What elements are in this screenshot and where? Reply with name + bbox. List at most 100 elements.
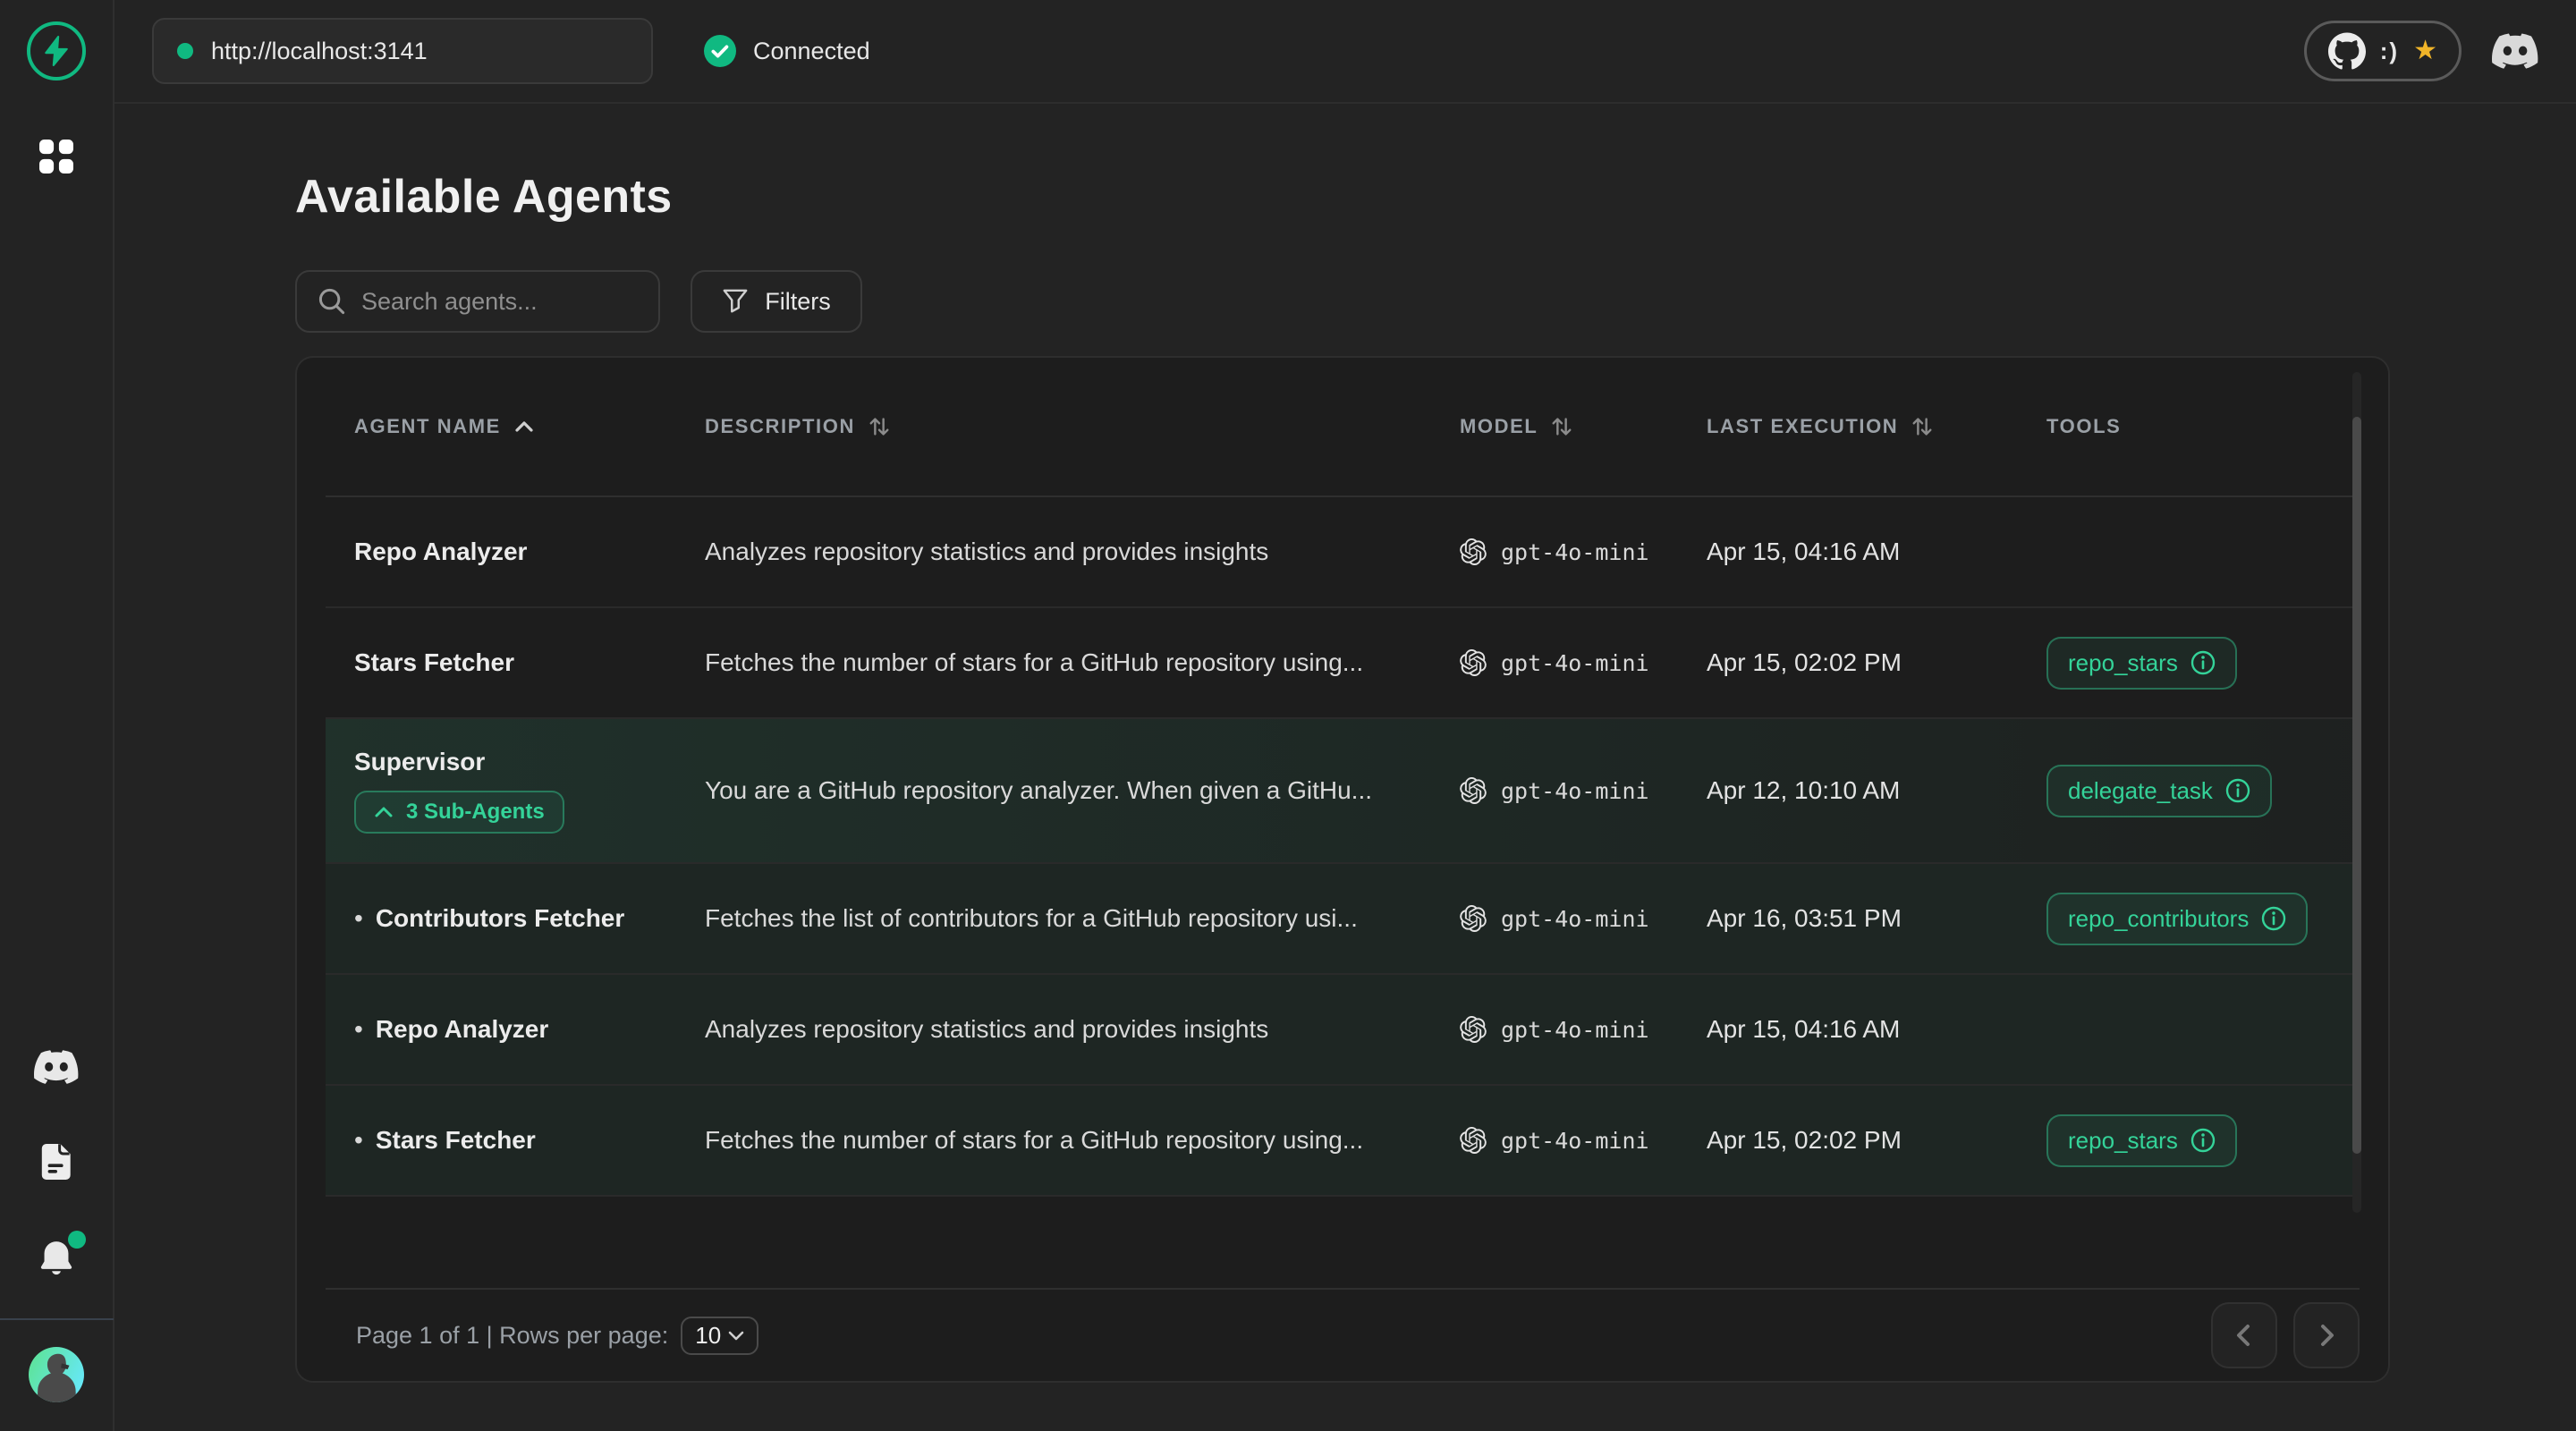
sidebar-item-docs[interactable]: [40, 1143, 72, 1181]
app-logo[interactable]: [27, 21, 86, 80]
tool-badge[interactable]: repo_stars: [2046, 1114, 2237, 1167]
last-execution: Apr 12, 10:10 AM: [1707, 776, 2046, 805]
table-row-subagent[interactable]: • Repo Analyzer Analyzes repository stat…: [326, 975, 2360, 1086]
sidebar: [0, 0, 114, 1431]
agent-name: Stars Fetcher: [376, 1126, 536, 1155]
filters-button[interactable]: Filters: [691, 270, 862, 333]
agent-name: Stars Fetcher: [354, 648, 514, 677]
github-star-button[interactable]: :) ★: [2304, 21, 2462, 81]
agent-name: Repo Analyzer: [354, 538, 527, 566]
agent-description: You are a GitHub repository analyzer. Wh…: [705, 776, 1460, 805]
connection-status-label: Connected: [753, 38, 870, 65]
last-execution: Apr 15, 04:16 AM: [1707, 1015, 2046, 1044]
sort-asc-icon: [513, 419, 535, 434]
agent-description: Analyzes repository statistics and provi…: [705, 538, 1460, 566]
check-circle-icon: [703, 34, 737, 68]
topbar: http://localhost:3141 Connected :) ★: [114, 0, 2576, 104]
search-icon: [318, 288, 345, 315]
main-content: Available Agents Filters AGENT NAME: [114, 104, 2576, 1431]
star-icon: ★: [2413, 38, 2437, 64]
openai-icon: [1460, 538, 1487, 565]
agent-model: gpt-4o-mini: [1460, 905, 1707, 932]
sidebar-item-agents[interactable]: [39, 140, 73, 174]
zap-icon: [43, 36, 70, 66]
agents-table: AGENT NAME DESCRIPTION MODEL LAST EXECUT…: [295, 356, 2390, 1383]
agent-model: gpt-4o-mini: [1460, 1127, 1707, 1154]
openai-icon: [1460, 649, 1487, 676]
prev-page-button[interactable]: [2211, 1302, 2277, 1368]
chevron-left-icon: [2230, 1321, 2258, 1350]
column-header-agent-name[interactable]: AGENT NAME: [326, 415, 705, 438]
sidebar-item-notifications[interactable]: [38, 1240, 75, 1279]
github-icon: [2328, 32, 2366, 70]
agent-name: Repo Analyzer: [376, 1015, 548, 1044]
discord-link[interactable]: [2492, 33, 2538, 69]
table-footer: Page 1 of 1 | Rows per page: 10: [326, 1288, 2360, 1381]
discord-icon: [2492, 33, 2538, 69]
table-scrollbar-thumb[interactable]: [2352, 417, 2361, 1154]
server-url-input[interactable]: http://localhost:3141: [152, 18, 653, 84]
filters-label: Filters: [765, 288, 831, 316]
table-row[interactable]: Stars Fetcher Fetches the number of star…: [326, 608, 2360, 719]
last-execution: Apr 15, 04:16 AM: [1707, 538, 2046, 566]
subagent-bullet: •: [354, 904, 363, 933]
agent-model: gpt-4o-mini: [1460, 777, 1707, 804]
last-execution: Apr 15, 02:02 PM: [1707, 648, 2046, 677]
subagents-toggle[interactable]: 3 Sub-Agents: [354, 791, 564, 834]
document-icon: [40, 1143, 72, 1181]
column-header-model[interactable]: MODEL: [1460, 414, 1707, 439]
search-input[interactable]: [361, 288, 678, 316]
info-icon: [2190, 650, 2216, 675]
info-icon: [2190, 1128, 2216, 1153]
table-row[interactable]: Repo Analyzer Analyzes repository statis…: [326, 497, 2360, 608]
pagination-summary: Page 1 of 1 | Rows per page:: [356, 1322, 668, 1350]
discord-icon: [34, 1050, 79, 1084]
last-execution: Apr 16, 03:51 PM: [1707, 904, 2046, 933]
subagent-bullet: •: [354, 1126, 363, 1155]
agent-description: Fetches the number of stars for a GitHub…: [705, 648, 1460, 677]
openai-icon: [1460, 777, 1487, 804]
sidebar-item-discord[interactable]: [34, 1050, 79, 1084]
sort-both-icon: [1911, 414, 1934, 439]
agent-model: gpt-4o-mini: [1460, 649, 1707, 676]
openai-icon: [1460, 905, 1487, 932]
agent-name: Contributors Fetcher: [376, 904, 624, 933]
openai-icon: [1460, 1016, 1487, 1043]
server-url: http://localhost:3141: [211, 38, 428, 65]
github-button-text: :): [2380, 38, 2399, 65]
column-header-last-execution[interactable]: LAST EXECUTION: [1707, 414, 2046, 439]
info-icon: [2225, 778, 2250, 803]
tool-badge[interactable]: repo_contributors: [2046, 893, 2308, 945]
filter-funnel-icon: [722, 288, 749, 315]
user-avatar[interactable]: [29, 1347, 84, 1402]
table-row-supervisor[interactable]: Supervisor 3 Sub-Agents You are a GitHub…: [326, 719, 2360, 864]
sort-both-icon: [1550, 414, 1573, 439]
column-header-tools: TOOLS: [2046, 415, 2360, 438]
agent-name: Supervisor: [354, 748, 485, 776]
table-row-subagent[interactable]: • Stars Fetcher Fetches the number of st…: [326, 1086, 2360, 1197]
table-header-row: AGENT NAME DESCRIPTION MODEL LAST EXECUT…: [326, 358, 2360, 497]
next-page-button[interactable]: [2293, 1302, 2360, 1368]
chevron-up-icon: [374, 806, 394, 818]
agent-description: Analyzes repository statistics and provi…: [705, 1015, 1460, 1044]
chevron-down-icon: [728, 1330, 744, 1341]
grid-icon: [39, 140, 73, 174]
notification-dot: [68, 1231, 86, 1249]
agent-model: gpt-4o-mini: [1460, 1016, 1707, 1043]
column-header-description[interactable]: DESCRIPTION: [705, 414, 1460, 439]
table-scrollbar-track[interactable]: [2352, 372, 2361, 1213]
table-row-subagent[interactable]: • Contributors Fetcher Fetches the list …: [326, 864, 2360, 975]
openai-icon: [1460, 1127, 1487, 1154]
tool-badge[interactable]: repo_stars: [2046, 637, 2237, 690]
sidebar-divider: [0, 1318, 114, 1320]
sort-both-icon: [868, 414, 891, 439]
tool-badge[interactable]: delegate_task: [2046, 765, 2272, 817]
connection-status: Connected: [703, 34, 870, 68]
search-box: [295, 270, 660, 333]
rows-per-page-select[interactable]: 10: [681, 1317, 758, 1355]
subagent-bullet: •: [354, 1015, 363, 1044]
page-title: Available Agents: [295, 170, 2576, 224]
server-status-dot: [177, 43, 193, 59]
agent-model: gpt-4o-mini: [1460, 538, 1707, 565]
agent-description: Fetches the list of contributors for a G…: [705, 904, 1460, 933]
